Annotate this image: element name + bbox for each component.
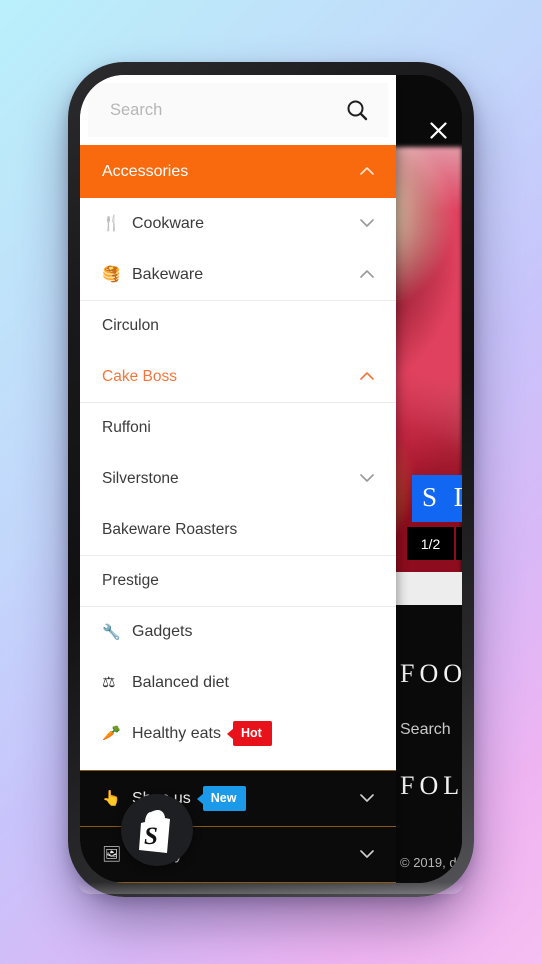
close-drawer-button[interactable] (421, 113, 455, 147)
shopify-logo-badge[interactable]: S (121, 794, 193, 866)
search-bar[interactable] (88, 83, 388, 137)
menu-item-label: Prestige (102, 572, 159, 589)
menu-item-ruffoni[interactable]: Ruffoni (80, 402, 396, 453)
chevron-up-icon (360, 368, 374, 386)
footer-copyright: © 2019, d (400, 855, 457, 870)
menu-item-label: Bakeware (132, 265, 204, 283)
menu-item-label: Silverstone (102, 469, 179, 487)
search-submit-button[interactable] (340, 93, 374, 127)
menu-item-gadgets[interactable]: 🔧 Gadgets (80, 606, 396, 657)
menu-item-label: Bakeware Roasters (102, 520, 238, 538)
menu-item-icon: 👆 (102, 790, 121, 807)
menu-item-icon: 🍴 (102, 215, 121, 232)
footer-heading-footer: FOOT (400, 659, 462, 688)
footer-link-search[interactable]: Search (400, 721, 462, 739)
chevron-down-icon (360, 470, 374, 488)
menu-item-accessories[interactable]: Accessories (80, 145, 396, 198)
menu-item-label: Gadgets (132, 623, 193, 640)
badge-hot: Hot (232, 721, 272, 746)
menu-item-label: Balanced diet (132, 673, 229, 691)
chevron-down-icon (360, 790, 374, 808)
navigation-drawer: Accessories 🍴 Cookware 🥞 Bakeware Circulon Cak… (80, 75, 396, 883)
chevron-up-icon (360, 163, 374, 181)
close-icon (429, 121, 447, 139)
shopify-icon: S (139, 810, 170, 853)
menu-item-label: Cookware (132, 214, 205, 232)
menu-item-prestige[interactable]: Prestige (80, 555, 396, 606)
chevron-down-icon (360, 846, 374, 864)
menu-item-label: Cake Boss (102, 367, 177, 385)
menu-item-icon: 🥞 (102, 266, 121, 283)
menu-item-icon: 🔧 (102, 623, 121, 641)
menu-list[interactable]: Accessories 🍴 Cookware 🥞 Bakeware Circulon Cak… (80, 145, 396, 770)
menu-item-icon: ⚖ (102, 674, 116, 691)
phone-device: S L I 1/2 ‹ FOOT Search FOLLO © 2019, d (68, 62, 474, 897)
menu-item-icon: 🖼 (102, 846, 122, 863)
search-section (80, 75, 396, 145)
menu-item-bakeware[interactable]: 🥞 Bakeware (80, 249, 396, 300)
slider-prev-button[interactable]: ‹ (456, 527, 462, 560)
search-input[interactable] (110, 100, 340, 120)
slider-controls[interactable]: 1/2 ‹ (407, 527, 462, 560)
menu-item-icon: 🥕 (102, 725, 121, 742)
menu-item-balanced-diet[interactable]: ⚖ Balanced diet (80, 657, 396, 708)
menu-item-bakeware-roasters[interactable]: Bakeware Roasters (80, 504, 396, 555)
badge-new: New (202, 786, 247, 811)
slider-counter: 1/2 (407, 527, 454, 560)
search-icon (347, 100, 368, 121)
menu-item-label: Accessories (102, 162, 189, 180)
menu-item-label: Ruffoni (102, 419, 151, 436)
menu-item-circulon[interactable]: Circulon (80, 300, 396, 351)
slider-title: S L I (412, 475, 462, 522)
menu-item-cake-boss[interactable]: Cake Boss (80, 351, 396, 402)
menu-item-label: Circulon (102, 317, 159, 334)
chevron-down-icon (360, 215, 374, 233)
phone-screen: S L I 1/2 ‹ FOOT Search FOLLO © 2019, d (80, 75, 462, 883)
footer-heading-follow: FOLLO (400, 771, 462, 800)
menu-item-label: Healthy eats (132, 724, 221, 742)
chevron-up-icon (360, 266, 374, 284)
svg-text:S: S (144, 823, 158, 850)
menu-item-healthy-eats[interactable]: 🥕 Healthy eats Hot (80, 708, 396, 759)
menu-item-silverstone[interactable]: Silverstone (80, 453, 396, 504)
menu-item-cookware[interactable]: 🍴 Cookware (80, 198, 396, 249)
